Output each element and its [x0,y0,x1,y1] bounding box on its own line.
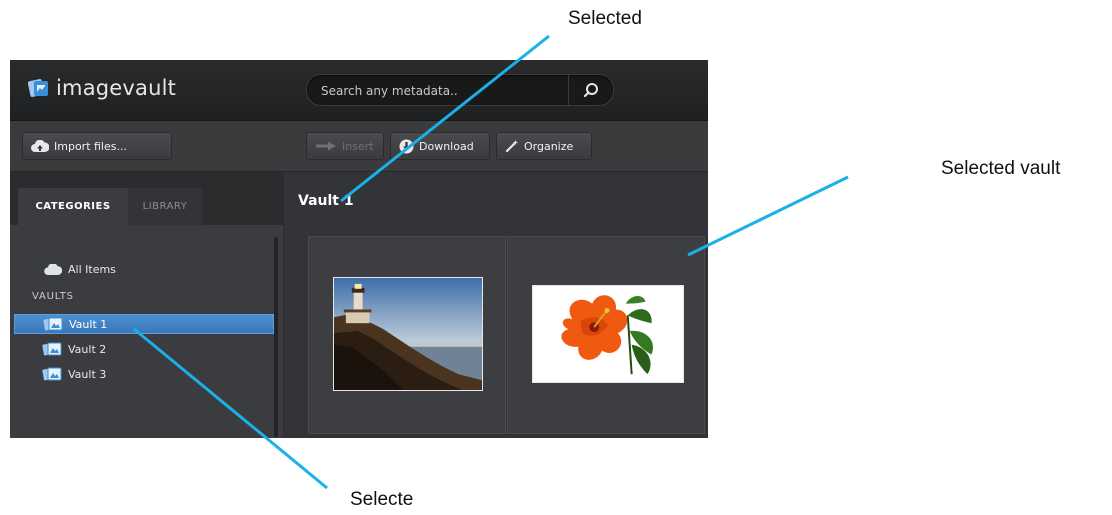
vault-label: Vault 3 [68,367,107,381]
sidebar-item-vault-3[interactable]: Vault 3 [14,364,274,384]
tab-categories[interactable]: CATEGORIES [18,188,128,225]
callout-label-selected-vault: Selected vault [941,158,1061,179]
vault-icon [42,342,62,356]
vault-label: Vault 2 [68,342,107,356]
media-tile[interactable] [308,236,506,434]
arrow-right-icon [316,141,336,151]
insert-label: Insert [342,139,374,153]
sidebar-item-vault-1[interactable]: Vault 1 [14,314,274,334]
lighthouse-image [334,278,482,390]
download-label: Download [419,139,474,153]
imagevault-app-window: imagevault Import files... [10,60,708,438]
cloud-upload-icon [31,139,49,152]
sidebar-scrollbar[interactable] [274,237,278,437]
vaults-heading: VAULTS [32,291,74,302]
sidebar-item-vault-2[interactable]: Vault 2 [14,339,274,359]
imagevault-logo-icon [28,79,48,97]
import-files-label: Import files... [54,139,127,153]
organize-label: Organize [524,139,574,153]
sidebar-body: All Items VAULTS Vault 1 Vault 2 Vault 3 [10,225,283,438]
callout-label-selecte: Selecte [350,489,414,510]
hibiscus-thumbnail[interactable] [532,285,684,383]
magic-wand-icon [505,140,518,153]
sidebar-tabs: CATEGORIES LIBRARY [10,172,283,225]
search-box [306,74,614,106]
cloud-icon [44,263,62,275]
download-button[interactable]: Download [390,132,490,160]
sidebar: CATEGORIES LIBRARY All Items VAULTS Vaul… [10,172,283,438]
toolbar: Import files... Insert Download Organize [10,121,708,172]
all-items-label: All Items [68,263,116,276]
callout-line-right [687,175,849,257]
download-icon [399,139,414,153]
sidebar-item-all-items[interactable]: All Items [44,263,116,276]
insert-button[interactable]: Insert [306,132,384,160]
vault-icon [43,317,63,331]
vault-label: Vault 1 [69,317,108,331]
search-icon [583,83,598,98]
search-button[interactable] [568,75,613,105]
page-title: Vault 1 [298,193,354,209]
organize-button[interactable]: Organize [496,132,592,160]
top-bar: imagevault [10,60,708,121]
app-name: imagevault [56,76,177,100]
callout-label-selected: Selected [568,8,642,29]
app-logo[interactable]: imagevault [28,76,176,100]
media-tile[interactable] [507,236,705,434]
vault-icon [42,367,62,381]
main-content: Vault 1 [284,172,708,438]
hibiscus-image [533,286,683,382]
search-input[interactable] [319,81,563,101]
tab-library[interactable]: LIBRARY [128,188,202,225]
import-files-button[interactable]: Import files... [22,132,172,160]
lighthouse-thumbnail[interactable] [333,277,483,391]
